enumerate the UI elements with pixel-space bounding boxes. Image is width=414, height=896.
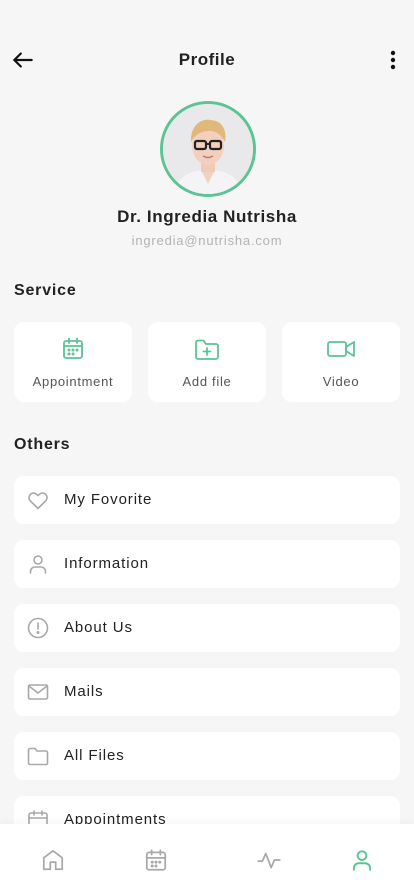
list-item-all-files[interactable]: All Files	[14, 732, 400, 780]
user-icon	[352, 850, 372, 871]
nav-calendar-button[interactable]	[143, 847, 169, 873]
list-item-mails[interactable]: Mails	[14, 668, 400, 716]
service-appointment-label: Appointment	[32, 374, 114, 389]
list-item-label: Mails	[64, 683, 104, 700]
home-icon	[42, 849, 64, 871]
activity-icon	[257, 852, 281, 869]
list-item-label: My Fovorite	[64, 491, 153, 508]
mail-icon	[27, 684, 49, 700]
service-add-file-label: Add file	[182, 374, 232, 389]
page-title: Profile	[178, 50, 236, 69]
folder-icon	[27, 747, 49, 766]
list-item-label: About Us	[64, 619, 133, 636]
service-video-button[interactable]: Video	[282, 322, 400, 402]
service-appointment-button[interactable]: Appointment	[14, 322, 132, 402]
profile-email: ingredia@nutrisha.com	[131, 233, 283, 248]
calendar-icon	[145, 849, 167, 871]
more-options-button[interactable]	[380, 46, 406, 74]
heart-icon	[28, 492, 48, 510]
nav-profile-button[interactable]	[349, 847, 375, 873]
more-vertical-icon	[390, 50, 396, 70]
bottom-nav	[0, 824, 414, 896]
info-circle-icon	[27, 617, 49, 639]
user-icon	[29, 555, 47, 574]
nav-activity-button[interactable]	[256, 847, 282, 873]
avatar[interactable]	[160, 101, 256, 197]
service-video-label: Video	[322, 374, 360, 389]
folder-plus-icon	[195, 339, 219, 360]
list-item-about-us[interactable]: About Us	[14, 604, 400, 652]
service-section-title: Service	[14, 282, 77, 299]
list-item-my-favorite[interactable]: My Fovorite	[14, 476, 400, 524]
others-section-title: Others	[14, 436, 71, 453]
service-add-file-button[interactable]: Add file	[148, 322, 266, 402]
profile-name: Dr. Ingredia Nutrisha	[117, 207, 297, 226]
nav-home-button[interactable]	[40, 847, 66, 873]
top-bar: Profile	[0, 40, 414, 80]
list-item-label: Information	[64, 555, 149, 572]
list-item-information[interactable]: Information	[14, 540, 400, 588]
list-item-label: All Files	[64, 747, 125, 764]
avatar-photo	[163, 104, 253, 194]
video-camera-icon	[327, 341, 355, 357]
calendar-icon	[63, 337, 83, 359]
